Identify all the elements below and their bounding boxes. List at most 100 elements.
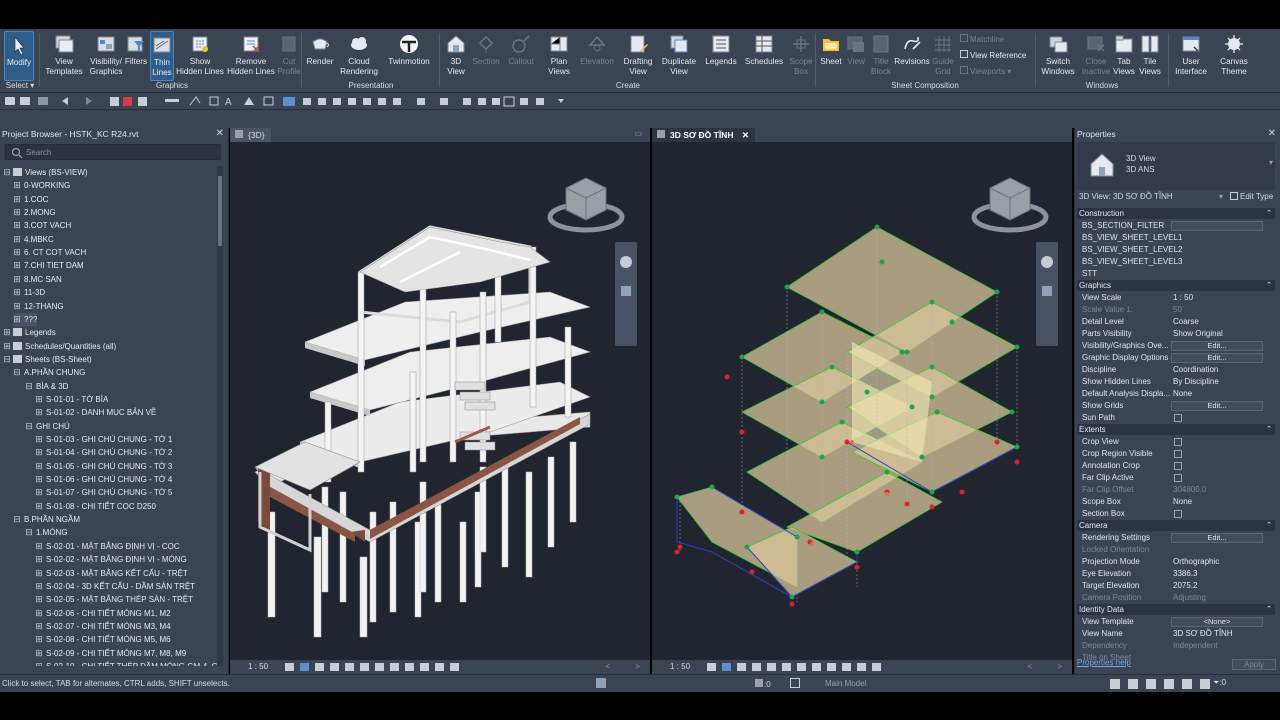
type-selector[interactable]: 3D View 3D ANS ▾: [1077, 142, 1275, 190]
property-section[interactable]: Camera ⌃: [1077, 520, 1275, 531]
tree-item[interactable]: ⊞ S-01-07 - GHI CHÚ CHUNG - TỜ 5: [35, 486, 172, 499]
user-interface-button[interactable]: User Interface: [1173, 31, 1209, 81]
zoom-icon[interactable]: [1042, 286, 1052, 296]
expand-icon[interactable]: ⊞: [3, 340, 11, 353]
property-value[interactable]: 3386.3: [1173, 568, 1197, 580]
properties-help-link[interactable]: Properties help: [1077, 658, 1131, 667]
expand-icon[interactable]: ⊞: [35, 647, 43, 660]
collapse-section-icon[interactable]: ⌃: [1266, 604, 1272, 615]
property-value[interactable]: Coarse: [1173, 316, 1199, 328]
property-checkbox[interactable]: [1174, 414, 1182, 422]
tree-item[interactable]: ⊞ S-01-01 - TỜ BÌA: [35, 393, 108, 406]
active-model-dropdown[interactable]: Main Model: [825, 679, 866, 688]
close-inactive-button[interactable]: Close Inactive: [1080, 31, 1112, 81]
expand-icon[interactable]: ⊞: [35, 540, 43, 553]
selection-filter-icons[interactable]: [1110, 677, 1220, 691]
expand-icon[interactable]: ⊞: [35, 580, 43, 593]
expand-icon[interactable]: ⊞: [35, 433, 43, 446]
project-browser-scrollbar[interactable]: [217, 166, 223, 666]
tree-item[interactable]: ⊞ S-02-01 - MẶT BẰNG ĐỊNH VỊ - CỌC: [35, 540, 179, 553]
collapse-icon[interactable]: ⊟: [25, 420, 33, 433]
scroll-right-icon[interactable]: >: [635, 660, 640, 674]
tree-item[interactable]: ⊞ S-01-06 - GHI CHÚ CHUNG - TỜ 4: [35, 473, 172, 486]
filters-button[interactable]: Filters: [124, 31, 148, 81]
viewports-dropdown[interactable]: Viewports ▾: [960, 66, 1011, 76]
tree-item[interactable]: ⊞ S-02-04 - 3D KẾT CẤU - DẦM SÀN TRỆT: [35, 580, 195, 593]
expand-icon[interactable]: ⊞: [35, 500, 43, 513]
project-browser-search-input[interactable]: Search: [5, 144, 221, 160]
cloud-rendering-button[interactable]: Cloud Rendering: [338, 31, 380, 81]
elevation-button[interactable]: Elevation: [579, 31, 615, 81]
tree-item[interactable]: ⊞???: [13, 312, 38, 326]
scroll-left-icon[interactable]: <: [605, 660, 610, 674]
expand-icon[interactable]: ⊞: [3, 326, 11, 339]
tree-item[interactable]: ⊟ GHI CHÚ: [25, 420, 70, 433]
apply-button[interactable]: Apply: [1232, 659, 1276, 670]
tree-item[interactable]: ⊟ 1.MÓNG: [25, 526, 67, 539]
thin-lines-button[interactable]: Thin Lines: [150, 31, 174, 81]
collapse-section-icon[interactable]: ⌃: [1266, 208, 1272, 219]
collapse-section-icon[interactable]: ⌃: [1266, 424, 1272, 435]
view-control-icons[interactable]: [285, 660, 485, 674]
collapse-icon[interactable]: ⊟: [13, 513, 21, 526]
tree-item[interactable]: ⊞ 7.CHI TIET DAM: [13, 259, 84, 272]
tree-item[interactable]: ⊞ S-02-05 - MẶT BẰNG THÉP SÀN - TRỆT: [35, 593, 193, 606]
property-value[interactable]: None: [1173, 496, 1192, 508]
expand-icon[interactable]: ⊞: [13, 273, 21, 286]
tree-item[interactable]: ⊟ Sheets (BS-Sheet): [3, 353, 91, 366]
property-checkbox[interactable]: [1174, 438, 1182, 446]
tree-item[interactable]: ⊞ 3.COT VACH: [13, 219, 71, 232]
switch-windows-button[interactable]: Switch Windows: [1040, 31, 1076, 81]
left-view-scale[interactable]: 1 : 50: [248, 660, 268, 674]
tree-item[interactable]: ⊞ Legends: [3, 326, 55, 339]
navigation-bar[interactable]: [1036, 242, 1058, 346]
view-button[interactable]: View: [844, 31, 868, 81]
tree-item[interactable]: ⊞ S-02-07 - CHI TIẾT MÓNG M3, M4: [35, 620, 170, 633]
view-control-icons[interactable]: [707, 660, 907, 674]
tree-item[interactable]: ⊞ S-02-09 - CHI TIẾT MÓNG M7, M8, M9: [35, 647, 186, 660]
guide-grid-button[interactable]: Guide Grid: [931, 31, 955, 81]
select-dropdown[interactable]: Select ▾: [4, 81, 36, 90]
property-section[interactable]: Construction ⌃: [1077, 208, 1275, 219]
view-templates-button[interactable]: View Templates: [44, 31, 84, 81]
navigation-bar[interactable]: [615, 242, 637, 346]
property-value-field[interactable]: Edit...: [1171, 401, 1263, 411]
scroll-right-icon[interactable]: >: [1057, 660, 1062, 674]
property-value[interactable]: Show Original: [1173, 328, 1223, 340]
visibility-graphics-button[interactable]: Visibility/ Graphics: [87, 31, 125, 81]
property-value-field[interactable]: Edit...: [1171, 533, 1263, 543]
expand-icon[interactable]: ⊞: [35, 553, 43, 566]
tree-item[interactable]: ⊟ BÌA & 3D: [25, 380, 68, 393]
properties-close-icon[interactable]: ✕: [1268, 128, 1276, 140]
twinmotion-button[interactable]: Twinmotion: [386, 31, 432, 81]
scroll-left-icon[interactable]: <: [1027, 660, 1032, 674]
property-checkbox[interactable]: [1174, 510, 1182, 518]
tree-item[interactable]: ⊟ Views (BS-VIEW): [3, 166, 87, 179]
tree-item[interactable]: ⊞ 8.MC SAN: [13, 273, 62, 286]
close-tab-icon[interactable]: ✕: [742, 130, 749, 140]
scope-box-button[interactable]: Scope Box: [788, 31, 814, 81]
expand-icon[interactable]: ⊞: [35, 473, 43, 486]
duplicate-view-button[interactable]: Duplicate View: [658, 31, 700, 81]
filter-count[interactable]: ⏷:0: [1213, 678, 1226, 688]
tree-item[interactable]: ⊞ 0-WORKING: [13, 179, 70, 192]
property-value[interactable]: 3D SƠ ĐỒ TĨNH: [1173, 628, 1233, 640]
show-hidden-lines-button[interactable]: Show Hidden Lines: [176, 31, 224, 81]
expand-icon[interactable]: ⊞: [35, 486, 43, 499]
tree-item[interactable]: ⊞ 6. CT COT VACH: [13, 246, 86, 259]
expand-icon[interactable]: ⊞: [35, 460, 43, 473]
tab-views-button[interactable]: Tab Views: [1111, 31, 1137, 81]
3d-view-button[interactable]: 3D View: [442, 31, 470, 81]
property-checkbox[interactable]: [1174, 474, 1182, 482]
expand-icon[interactable]: ⊞: [13, 206, 21, 219]
right-3d-viewport[interactable]: [652, 142, 1072, 660]
viewcube-icon[interactable]: [970, 172, 1050, 242]
worksharing-icon[interactable]: [596, 678, 606, 688]
tree-item[interactable]: ⊞ S-02-08 - CHI TIẾT MÓNG M5, M6: [35, 633, 170, 646]
viewcube-icon[interactable]: [546, 172, 626, 242]
tree-item[interactable]: ⊞ S-02-02 - MẶT BẰNG ĐỊNH VỊ - MÓNG: [35, 553, 187, 566]
expand-icon[interactable]: ⊞: [35, 393, 43, 406]
expand-icon[interactable]: ⊞: [13, 313, 21, 326]
edit-type-button[interactable]: Edit Type: [1230, 191, 1273, 203]
property-section[interactable]: Identity Data ⌃: [1077, 604, 1275, 615]
